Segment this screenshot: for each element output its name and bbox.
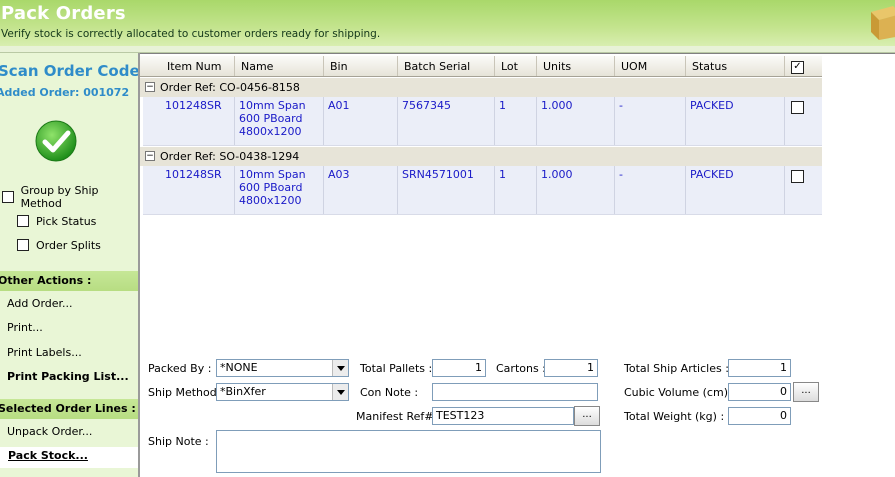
packed-by-label: Packed By : bbox=[148, 362, 212, 375]
sidebar: Scan Order Code: Added Order: 001072 Gro… bbox=[0, 53, 138, 477]
header-separator bbox=[0, 46, 895, 53]
cell-batch-serial: 7567345 bbox=[398, 97, 495, 145]
con-note-input[interactable] bbox=[432, 383, 598, 401]
page-subtitle: Verify stock is correctly allocated to c… bbox=[1, 28, 381, 40]
column-header-bin[interactable]: Bin bbox=[324, 56, 398, 76]
total-ship-articles-label: Total Ship Articles : bbox=[624, 362, 729, 375]
cell-item-num: 101248SR bbox=[161, 166, 235, 214]
cubic-volume-label: Cubic Volume (cm) : bbox=[624, 386, 736, 399]
column-header-units[interactable]: Units bbox=[537, 56, 615, 76]
order-splits-label: Order Splits bbox=[36, 238, 101, 252]
print-link[interactable]: Print... bbox=[7, 321, 43, 334]
check-icon bbox=[35, 120, 77, 162]
column-header-name[interactable]: Name bbox=[235, 56, 324, 76]
column-header-status[interactable]: Status bbox=[686, 56, 785, 76]
table-row[interactable]: 101248SR 10mm Span 600 PBoard 4800x1200 … bbox=[143, 97, 822, 146]
cell-units: 1.000 bbox=[537, 97, 615, 145]
cell-lot: 1 bbox=[495, 166, 537, 214]
cell-uom: - bbox=[615, 166, 686, 214]
order-splits-option[interactable]: Order Splits bbox=[17, 235, 101, 255]
collapse-icon[interactable]: − bbox=[145, 82, 155, 92]
group-row[interactable]: − Order Ref: CO-0456-8158 bbox=[140, 78, 822, 97]
cell-name: 10mm Span 600 PBoard 4800x1200 bbox=[235, 97, 324, 145]
chevron-down-icon[interactable] bbox=[332, 360, 348, 376]
column-header-batch-serial[interactable]: Batch Serial bbox=[398, 56, 495, 76]
order-lines-grid: Item Num Name Bin Batch Serial Lot Units… bbox=[140, 53, 895, 346]
pick-status-option[interactable]: Pick Status bbox=[17, 211, 96, 231]
group-by-ship-method-label: Group by Ship Method bbox=[20, 184, 99, 210]
manifest-browse-button[interactable]: ... bbox=[574, 406, 600, 426]
ship-method-select[interactable]: *BinXfer bbox=[216, 383, 349, 401]
order-splits-checkbox[interactable] bbox=[17, 239, 29, 251]
cell-uom: - bbox=[615, 97, 686, 145]
ship-note-textarea[interactable] bbox=[216, 430, 601, 473]
row-select-checkbox[interactable] bbox=[791, 170, 804, 183]
cell-status: PACKED bbox=[686, 97, 785, 145]
other-actions-header: Other Actions : bbox=[0, 271, 138, 291]
added-order-label: Added Order: 001072 bbox=[0, 86, 130, 99]
cubic-volume-input[interactable]: 0 bbox=[728, 383, 791, 401]
ship-note-label: Ship Note : bbox=[148, 435, 209, 448]
cell-name: 10mm Span 600 PBoard 4800x1200 bbox=[235, 166, 324, 214]
cell-bin: A03 bbox=[324, 166, 398, 214]
total-weight-input[interactable]: 0 bbox=[728, 407, 791, 425]
total-pallets-label: Total Pallets : bbox=[360, 362, 433, 375]
collapse-icon[interactable]: − bbox=[145, 151, 155, 161]
page-title: Pack Orders bbox=[1, 3, 126, 24]
ship-method-label: Ship Method : bbox=[148, 386, 224, 399]
column-header-lot[interactable]: Lot bbox=[495, 56, 537, 76]
total-ship-articles-input[interactable]: 1 bbox=[728, 359, 791, 377]
group-by-ship-method-option[interactable]: Group by Ship Method bbox=[2, 184, 138, 210]
manifest-ref-input[interactable]: TEST123 bbox=[432, 407, 574, 425]
grid-header: Item Num Name Bin Batch Serial Lot Units… bbox=[140, 56, 822, 77]
column-header-uom[interactable]: UOM bbox=[615, 56, 686, 76]
group-by-ship-method-checkbox[interactable] bbox=[2, 191, 14, 203]
selected-order-lines-header: Selected Order Lines : bbox=[0, 399, 138, 419]
scan-order-label: Scan Order Code: bbox=[0, 62, 138, 80]
cartons-input[interactable]: 1 bbox=[544, 359, 598, 377]
pick-status-checkbox[interactable] bbox=[17, 215, 29, 227]
packed-by-value: *NONE bbox=[220, 361, 258, 374]
cell-status: PACKED bbox=[686, 166, 785, 214]
cartons-label: Cartons : bbox=[496, 362, 546, 375]
total-weight-label: Total Weight (kg) : bbox=[624, 410, 725, 423]
group-ref: Order Ref: SO-0438-1294 bbox=[160, 150, 300, 163]
shipping-form: Packed By : *NONE Ship Method : *BinXfer… bbox=[140, 345, 895, 477]
pick-status-label: Pick Status bbox=[36, 214, 97, 228]
select-all-checkbox[interactable]: ✓ bbox=[791, 61, 804, 74]
cubic-volume-calc-button[interactable]: ... bbox=[793, 382, 819, 402]
group-ref: Order Ref: CO-0456-8158 bbox=[160, 81, 300, 94]
total-pallets-input[interactable]: 1 bbox=[432, 359, 486, 377]
row-select-checkbox[interactable] bbox=[791, 101, 804, 114]
box-icon bbox=[871, 6, 895, 40]
print-labels-link[interactable]: Print Labels... bbox=[7, 346, 82, 359]
cell-item-num: 101248SR bbox=[161, 97, 235, 145]
group-row[interactable]: − Order Ref: SO-0438-1294 bbox=[140, 147, 822, 166]
cell-bin: A01 bbox=[324, 97, 398, 145]
print-packing-list-link[interactable]: Print Packing List... bbox=[7, 370, 129, 383]
page-header: Pack Orders Verify stock is correctly al… bbox=[0, 0, 895, 46]
con-note-label: Con Note : bbox=[360, 386, 419, 399]
unpack-order-link[interactable]: Unpack Order... bbox=[7, 425, 92, 438]
column-header-item-num[interactable]: Item Num bbox=[161, 56, 235, 76]
cell-batch-serial: SRN4571001 bbox=[398, 166, 495, 214]
table-row[interactable]: 101248SR 10mm Span 600 PBoard 4800x1200 … bbox=[143, 166, 822, 215]
pack-stock-link[interactable]: Pack Stock... bbox=[8, 449, 88, 462]
packed-by-select[interactable]: *NONE bbox=[216, 359, 349, 377]
cell-units: 1.000 bbox=[537, 166, 615, 214]
ship-method-value: *BinXfer bbox=[220, 385, 266, 398]
cell-lot: 1 bbox=[495, 97, 537, 145]
manifest-ref-label: Manifest Ref# : bbox=[356, 410, 441, 423]
chevron-down-icon[interactable] bbox=[332, 384, 348, 400]
add-order-link[interactable]: Add Order... bbox=[7, 297, 73, 310]
